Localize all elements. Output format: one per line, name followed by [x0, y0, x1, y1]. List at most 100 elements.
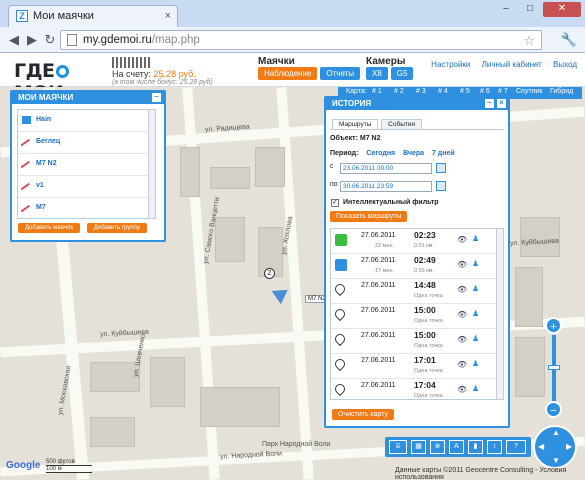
eye-icon[interactable]: 👁 [457, 235, 467, 244]
add-group-button[interactable]: Добавить группу [86, 223, 147, 233]
person-icon[interactable]: ♟ [472, 259, 479, 268]
tab-routes[interactable]: Маршруты [332, 119, 379, 129]
zoom-area-icon[interactable]: ⊕ [430, 440, 445, 454]
camera-x8-button[interactable]: X8 [366, 67, 388, 80]
list-item[interactable]: Hain [18, 110, 155, 132]
eye-icon[interactable]: 👁 [457, 285, 467, 294]
beacon-arrow-icon[interactable] [268, 283, 288, 305]
camera-g5-button[interactable]: G5 [390, 67, 414, 80]
date-from-field[interactable]: 23.06.2011 00:00 [340, 163, 432, 174]
period-today-link[interactable]: Сегодня [366, 150, 395, 157]
pin-icon [332, 331, 348, 347]
table-row[interactable]: 27.06.2011 17:01 Одна точка 👁 ♟ [331, 354, 503, 379]
map-building [90, 417, 135, 447]
eye-icon[interactable]: 👁 [457, 360, 467, 369]
table-row[interactable]: 27.06.2011 22 мин. 02:23 0.91 км. 👁 ♟ [331, 229, 503, 254]
map-type-7[interactable]: # 7 [498, 88, 508, 95]
logout-link[interactable]: Выход [553, 60, 577, 69]
map-building [200, 387, 280, 427]
tab-close-icon[interactable]: × [165, 6, 171, 26]
person-icon[interactable]: ♟ [472, 334, 479, 343]
zoom-out-icon[interactable]: − [545, 401, 562, 418]
text-label-icon[interactable]: A [449, 440, 464, 454]
map-building [215, 217, 245, 262]
bookmark-star-icon[interactable]: ☆ [523, 32, 535, 50]
zoom-slider-knob[interactable] [548, 365, 560, 370]
url-input[interactable]: my.gdemoi.ru/map.php ☆ [60, 30, 542, 50]
table-row[interactable]: 27.06.2011 17:04 Одна точка 👁 ♟ [331, 379, 503, 399]
route-marker-icon[interactable]: 2 [264, 268, 275, 279]
forward-icon[interactable]: ▶ [24, 32, 40, 48]
map-type-5[interactable]: # 5 [460, 88, 470, 95]
browser-tab[interactable]: Z Мои маячки × [8, 5, 178, 27]
pan-right-icon[interactable]: ▶ [566, 442, 572, 451]
eye-icon[interactable]: 👁 [457, 310, 467, 319]
ruler-icon[interactable]: ⌸ [389, 440, 407, 454]
date-to-field[interactable]: 30.06.2011 23:59 [340, 181, 432, 192]
show-routes-button[interactable]: Показать маршруты [330, 211, 408, 222]
zoom-in-icon[interactable]: + [545, 317, 562, 334]
map-copyright[interactable]: Данные карты ©2011 Geocentre Consulting … [395, 467, 585, 480]
cabinet-link[interactable]: Личный кабинет [482, 60, 542, 69]
close-window-button[interactable]: ✕ [543, 2, 581, 17]
map-type-6[interactable]: # 6 [480, 88, 490, 95]
person-icon[interactable]: ♟ [472, 284, 479, 293]
checkbox-checked-icon[interactable]: ✓ [331, 199, 339, 207]
person-icon[interactable]: ♟ [472, 309, 479, 318]
pan-left-icon[interactable]: ◀ [538, 442, 544, 451]
settings-link[interactable]: Настройки [431, 60, 470, 69]
minimize-button[interactable]: – [495, 2, 517, 17]
reports-button[interactable]: Отчеты [320, 67, 361, 80]
collapse-icon[interactable]: – [152, 93, 161, 102]
pan-up-icon[interactable]: ▲ [552, 428, 560, 437]
collapse-icon[interactable]: – [485, 99, 494, 108]
calendar-icon[interactable] [436, 163, 446, 173]
period-yesterday-link[interactable]: Вчера [403, 150, 424, 157]
map-type-3[interactable]: # 3 [416, 88, 426, 95]
calendar-icon[interactable] [436, 181, 446, 191]
eye-icon[interactable]: 👁 [457, 260, 467, 269]
maximize-button[interactable]: □ [519, 2, 541, 17]
clear-map-button[interactable]: Очистить карту [332, 409, 395, 420]
smart-filter[interactable]: ✓ Интеллектуальный фильтр [330, 199, 504, 207]
table-icon[interactable]: ▦ [411, 440, 426, 454]
eye-icon[interactable]: 👁 [457, 335, 467, 344]
pin-icon [332, 381, 348, 397]
list-item[interactable]: M7 N2 [18, 154, 155, 176]
map-type-hybrid[interactable]: Гибрид [550, 88, 573, 95]
object-label: Объект: М7 N2 [330, 135, 381, 142]
scrollbar[interactable] [496, 229, 503, 399]
table-row[interactable]: 27.06.2011 14:48 Одна точка 👁 ♟ [331, 279, 503, 304]
table-row[interactable]: 27.06.2011 15:00 Одна точка 👁 ♟ [331, 329, 503, 354]
help-icon[interactable]: ? [506, 440, 526, 454]
table-row[interactable]: 27.06.2011 15:00 Одна точка 👁 ♟ [331, 304, 503, 329]
person-icon[interactable]: ♟ [472, 359, 479, 368]
back-icon[interactable]: ◀ [6, 32, 22, 48]
list-item[interactable]: v1 [18, 176, 155, 198]
person-icon[interactable]: ♟ [472, 384, 479, 393]
scrollbar[interactable] [148, 110, 155, 218]
watch-button[interactable]: Наблюдение [258, 67, 318, 80]
close-icon[interactable]: × [497, 99, 506, 108]
pan-down-icon[interactable]: ▼ [552, 456, 560, 465]
reload-icon[interactable]: ↻ [42, 32, 58, 48]
list-item[interactable]: M7 [18, 198, 155, 218]
traffic-icon[interactable]: ▮ [468, 440, 483, 454]
balance: На счету: 25.28 руб. [112, 69, 196, 79]
measure-icon[interactable]: ↕ [487, 440, 502, 454]
account-info: ■■■■■■■ На счету: 25.28 руб. (в том числ… [112, 57, 252, 86]
eye-icon[interactable]: 👁 [457, 385, 467, 394]
map-type-satellite[interactable]: Спутник [516, 88, 542, 95]
logo[interactable]: ГДЕМОИ [14, 57, 86, 104]
tab-events[interactable]: События [381, 119, 422, 129]
pan-control[interactable]: ▲ ▼ ◀ ▶ [533, 425, 577, 469]
list-item[interactable]: Беглец [18, 132, 155, 154]
add-beacon-button[interactable]: Добавить маячок [18, 223, 80, 233]
map-type-1[interactable]: # 1 [372, 88, 382, 95]
wrench-icon[interactable]: 🔧 [561, 32, 577, 48]
map-type-2[interactable]: # 2 [394, 88, 404, 95]
period-7days-link[interactable]: 7 дней [432, 150, 455, 157]
table-row[interactable]: 27.06.2011 17 мин. 02:49 0.55 км. 👁 ♟ [331, 254, 503, 279]
map-type-4[interactable]: # 4 [438, 88, 448, 95]
person-icon[interactable]: ♟ [472, 234, 479, 243]
